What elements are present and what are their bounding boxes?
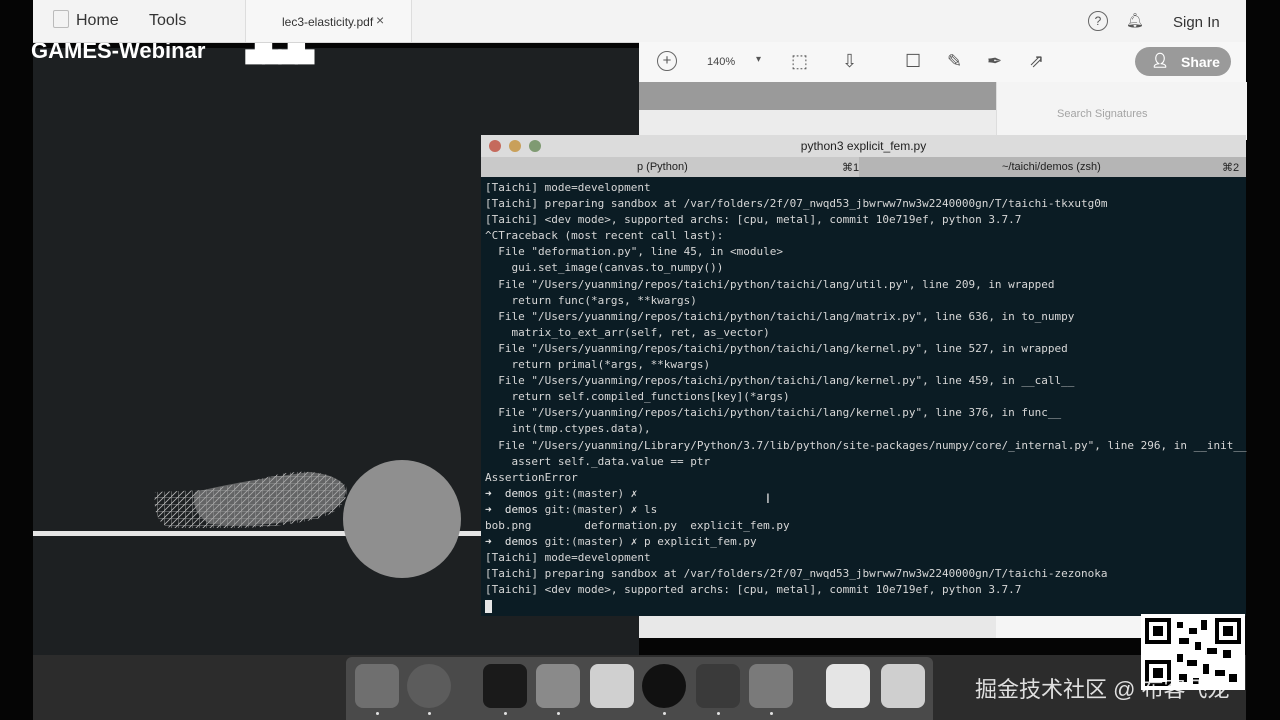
- terminal-tabs: p (Python) ⌘1 ~/taichi/demos (zsh) ⌘2: [481, 157, 1246, 177]
- close-icon[interactable]: ×: [376, 12, 384, 28]
- output-line: int(tmp.ctypes.data),: [485, 422, 651, 436]
- share-button[interactable]: 👤︎ Share: [1135, 47, 1231, 76]
- finder-icon[interactable]: [355, 664, 399, 708]
- output-line: File "/Users/yuanming/repos/taichi/pytho…: [485, 277, 1055, 291]
- select-icon[interactable]: ⬚: [791, 51, 808, 72]
- bell-icon[interactable]: 🔔︎: [1126, 12, 1144, 29]
- terminal-output[interactable]: [Taichi] mode=development [Taichi] prepa…: [485, 180, 1247, 615]
- terminal-window[interactable]: python3 explicit_fem.py p (Python) ⌘1 ~/…: [481, 135, 1247, 616]
- running-indicator: [770, 712, 773, 715]
- acrobat-icon[interactable]: [696, 664, 740, 708]
- output-line: [Taichi] mode=development: [485, 551, 651, 565]
- tab-tools[interactable]: Tools: [149, 12, 186, 30]
- zoom-in-icon[interactable]: +: [657, 51, 677, 71]
- export-icon[interactable]: ⇗: [1029, 51, 1044, 72]
- tab-zsh-shortcut: ⌘2: [1222, 162, 1240, 174]
- output-line: assert self._data.value == ptr: [485, 454, 711, 468]
- output-line: ^CTraceback (most recent call last):: [485, 229, 724, 243]
- dock: [346, 657, 933, 720]
- file-tab[interactable]: lec3-elasticity.pdf ×: [245, 0, 412, 42]
- running-indicator: [504, 712, 507, 715]
- chrome-icon[interactable]: [407, 664, 451, 708]
- document-page: [639, 82, 996, 110]
- sign-icon[interactable]: ✒: [987, 51, 1002, 72]
- output-line: File "/Users/yuanming/Library/Python/3.7…: [485, 438, 1247, 452]
- sign-in-button[interactable]: Sign In: [1173, 14, 1220, 31]
- collision-sphere: [343, 460, 461, 578]
- output-line: [Taichi] preparing sandbox at /var/folde…: [485, 567, 1108, 581]
- prompt-arrow-icon: ➜: [485, 502, 492, 516]
- app-grid-icon[interactable]: [53, 10, 69, 28]
- running-indicator: [428, 712, 431, 715]
- terminal-title-bar[interactable]: python3 explicit_fem.py: [481, 135, 1246, 157]
- pen-icon[interactable]: ✎: [947, 51, 962, 72]
- acrobat-top-bar: Home Tools lec3-elasticity.pdf × ? 🔔︎ Si…: [33, 0, 1246, 43]
- acrobat-bottom-strip: [639, 616, 1141, 638]
- output-line: File "/Users/yuanming/repos/taichi/pytho…: [485, 309, 1075, 323]
- share-label: Share: [1181, 54, 1220, 70]
- download-icon[interactable]: ⇩: [842, 51, 857, 72]
- output-line: return self.compiled_functions[key](*arg…: [485, 390, 790, 404]
- documents-folder-icon[interactable]: [826, 664, 870, 708]
- share-user-icon: 👤︎: [1151, 52, 1169, 68]
- terminal-cursor: [485, 599, 492, 613]
- obs-icon[interactable]: [642, 664, 686, 708]
- running-indicator: [557, 712, 560, 715]
- prompt-arrow-icon: ➜: [485, 535, 492, 549]
- output-line: [Taichi] preparing sandbox at /var/folde…: [485, 197, 1108, 211]
- output-line: File "/Users/yuanming/repos/taichi/pytho…: [485, 374, 1075, 388]
- output-line: AssertionError: [485, 470, 578, 484]
- running-indicator: [717, 712, 720, 715]
- output-line: [Taichi] <dev mode>, supported archs: [c…: [485, 583, 1022, 597]
- output-line: return primal(*args, **kwargs): [485, 358, 711, 372]
- tab-home[interactable]: Home: [76, 12, 119, 30]
- output-line: [Taichi] mode=development: [485, 181, 651, 194]
- deformable-mesh: [154, 471, 347, 528]
- output-line: File "/Users/yuanming/repos/taichi/pytho…: [485, 341, 1068, 355]
- tab-python[interactable]: p (Python) ⌘1: [481, 157, 860, 177]
- output-line: matrix_to_ext_arr(self, ret, as_vector): [485, 325, 770, 339]
- cursor-line: [485, 598, 1245, 614]
- chevron-down-icon[interactable]: ▾: [756, 54, 761, 65]
- ibeam-cursor-icon: I: [766, 490, 770, 506]
- help-icon[interactable]: ?: [1088, 11, 1108, 31]
- keynote-icon[interactable]: [536, 664, 580, 708]
- watermark-text: 掘金技术社区 @ 布客飞龙: [975, 677, 1230, 702]
- tab-zsh-label: ~/taichi/demos (zsh): [1002, 161, 1101, 173]
- comment-icon[interactable]: ☐: [905, 51, 921, 72]
- output-line: return func(*args, **kwargs): [485, 293, 697, 307]
- running-indicator: [663, 712, 666, 715]
- output-line: [Taichi] <dev mode>, supported archs: [c…: [485, 213, 1022, 227]
- terminal-title: python3 explicit_fem.py: [800, 139, 927, 153]
- tab-python-shortcut: ⌘1: [842, 162, 860, 174]
- running-indicator: [376, 712, 379, 715]
- file-tab-label: lec3-elasticity.pdf: [282, 15, 374, 29]
- output-line: gui.set_image(canvas.to_numpy()): [485, 261, 724, 275]
- rocket-icon[interactable]: [749, 664, 793, 708]
- search-signatures-label[interactable]: Search Signatures: [1057, 108, 1148, 120]
- trash-icon[interactable]: [881, 664, 925, 708]
- output-line: File "deformation.py", line 45, in <modu…: [485, 245, 784, 259]
- prompt-line: ➜ demos git:(master) ✗: [485, 486, 638, 500]
- tab-zsh[interactable]: ~/taichi/demos (zsh) ⌘2: [859, 157, 1246, 177]
- pages-icon[interactable]: [590, 664, 634, 708]
- terminal-icon[interactable]: [483, 664, 527, 708]
- right-panel: Search Signatures: [996, 82, 1247, 140]
- acrobat-toolbar: + 140% ▾ ⬚ ⇩ ☐ ✎ ✒ ⇗ 👤︎ Share: [639, 42, 1246, 83]
- zoom-level[interactable]: 140%: [707, 56, 735, 68]
- prompt-line: ➜ demos git:(master) ✗ p explicit_fem.py: [485, 535, 757, 549]
- prompt-arrow-icon: ➜: [485, 486, 492, 500]
- tab-python-label: p (Python): [637, 161, 688, 173]
- ls-output: bob.png deformation.py explicit_fem.py: [485, 518, 790, 532]
- output-line: File "/Users/yuanming/repos/taichi/pytho…: [485, 406, 1062, 420]
- prompt-line: ➜ demos git:(master) ✗ ls: [485, 502, 658, 516]
